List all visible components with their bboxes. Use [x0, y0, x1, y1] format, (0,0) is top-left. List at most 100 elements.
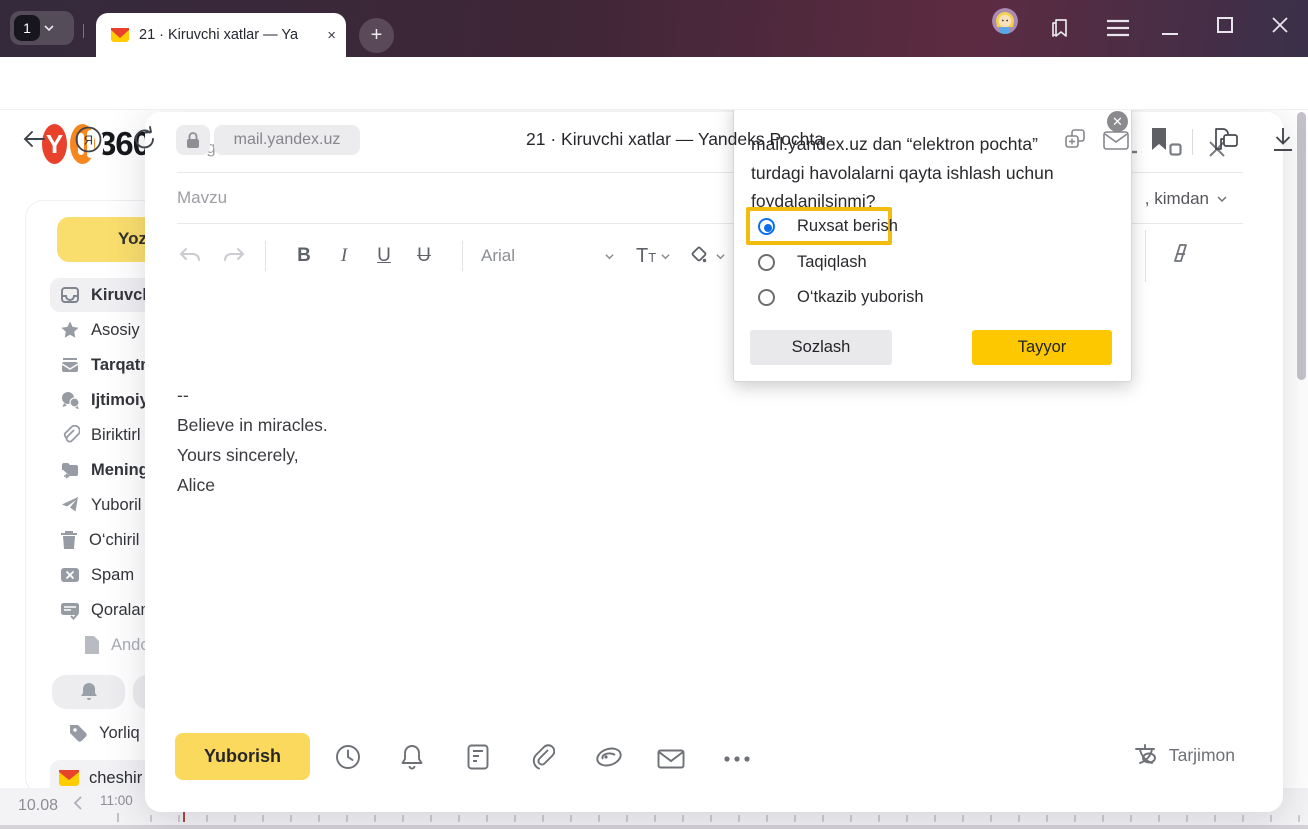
downloads-icon[interactable] — [1272, 127, 1294, 152]
radio-icon[interactable] — [758, 289, 775, 306]
radio-icon[interactable] — [758, 254, 775, 271]
minimize-icon[interactable] — [1160, 20, 1180, 36]
tabs-preview-icon[interactable] — [1063, 127, 1087, 151]
chevron-left-icon[interactable] — [72, 795, 84, 811]
formatting-toolbar: B I U U Arial TT T — [177, 238, 753, 274]
signature-separator: -- — [177, 380, 328, 410]
browser-toolbar: Я mail.yandex.uz 21 · Kiruvchi xatlar — … — [0, 57, 1308, 110]
tab-group-chip[interactable]: 1 — [10, 11, 74, 45]
profile-avatar[interactable] — [992, 8, 1018, 34]
trash-icon — [60, 530, 78, 550]
menu-icon[interactable] — [1105, 19, 1131, 37]
paper-plane-icon — [60, 495, 80, 515]
radio-selected-icon[interactable] — [758, 218, 775, 235]
notifications-pill[interactable] — [52, 675, 125, 709]
inbox-icon — [60, 285, 80, 305]
font-family-select[interactable]: Arial — [481, 246, 599, 266]
more-options-icon[interactable] — [723, 755, 751, 763]
yandex-browser-icon[interactable]: Я — [75, 126, 102, 153]
font-size-button[interactable]: TT — [636, 245, 656, 268]
bookmark-filled-icon[interactable] — [1150, 127, 1168, 151]
sidebar-item-labels[interactable]: Yorliq — [68, 723, 140, 743]
divider — [265, 241, 266, 271]
compose-restore-icon[interactable] — [1169, 143, 1182, 156]
schedule-send-icon[interactable] — [335, 744, 361, 770]
cc-from-link[interactable]: , kimdan — [1145, 189, 1227, 209]
back-icon[interactable] — [22, 129, 46, 149]
extensions-icon[interactable] — [1210, 127, 1240, 153]
reminder-bell-icon[interactable] — [401, 744, 423, 770]
subject-field[interactable]: Mavzu — [177, 188, 227, 208]
lock-icon — [186, 132, 200, 149]
bell-icon — [80, 682, 98, 702]
window-titlebar: 1 21 · Kiruvchi xatlar — Ya × + — [0, 0, 1308, 57]
chat-bubbles-icon — [60, 390, 80, 410]
divider — [462, 241, 463, 271]
chevron-down-icon[interactable] — [661, 252, 670, 261]
tab-title: 21 · Kiruvchi xatlar — Ya — [139, 27, 318, 43]
tab-close-icon[interactable]: × — [327, 27, 336, 44]
translator-button[interactable]: Tarjimon — [1133, 743, 1235, 767]
drafts-icon — [60, 600, 80, 620]
yandex-disk-icon[interactable] — [595, 744, 623, 770]
radio-option-block[interactable]: Taqiqlash — [758, 253, 867, 272]
divider — [1145, 230, 1146, 282]
refresh-icon[interactable] — [132, 126, 157, 152]
folder-arrow-icon — [60, 460, 80, 480]
star-icon — [60, 320, 80, 340]
chevron-down-icon[interactable] — [605, 252, 614, 261]
done-button[interactable]: Tayyor — [972, 330, 1112, 365]
send-button[interactable]: Yuborish — [175, 733, 310, 780]
attach-mail-icon[interactable] — [657, 749, 685, 769]
timeline-time: 11:00 — [100, 793, 133, 808]
redo-icon[interactable] — [221, 245, 247, 267]
url-text: mail.yandex.uz — [234, 131, 341, 149]
paperclip-icon — [60, 425, 80, 445]
underline-button[interactable]: U — [364, 245, 404, 267]
timeline-tick — [117, 813, 119, 822]
divider — [83, 24, 84, 38]
tab-group-count: 1 — [14, 15, 40, 41]
address-bar[interactable]: mail.yandex.uz — [214, 125, 360, 155]
translate-a-icon — [1133, 743, 1159, 767]
bottom-edge — [0, 825, 1308, 829]
timeline-current-marker — [183, 812, 185, 822]
mail-handler-icon[interactable] — [1103, 131, 1129, 150]
scrollbar-thumb[interactable] — [1297, 112, 1306, 380]
site-security-chip[interactable] — [176, 125, 210, 155]
strikethrough-button[interactable]: U — [404, 245, 444, 267]
eraser-icon[interactable] — [1167, 242, 1191, 266]
radio-option-allow[interactable]: Ruxsat berish — [758, 217, 898, 236]
timeline-ticks — [150, 815, 1308, 822]
divider — [1192, 129, 1193, 155]
italic-button[interactable]: I — [324, 245, 364, 267]
browser-tab[interactable]: 21 · Kiruvchi xatlar — Ya × — [96, 13, 346, 57]
attach-file-icon[interactable] — [531, 744, 555, 770]
settings-button[interactable]: Sozlash — [750, 330, 892, 365]
message-body[interactable]: -- Believe in miracles. Yours sincerely,… — [177, 380, 328, 500]
yandex-mail-favicon — [110, 25, 130, 45]
maximize-icon[interactable] — [1216, 16, 1234, 34]
signature-line: Believe in miracles. — [177, 410, 328, 440]
bold-button[interactable]: B — [284, 245, 324, 267]
close-window-icon[interactable] — [1271, 16, 1289, 34]
spam-icon — [60, 565, 80, 585]
mailings-icon — [60, 355, 80, 375]
tag-icon — [68, 723, 88, 743]
signature-line: Alice — [177, 470, 328, 500]
omnibox-page-title: 21 · Kiruvchi xatlar — Yandeks Pochta — [526, 129, 824, 150]
bookmarks-flag-icon[interactable] — [1048, 16, 1072, 40]
yandex-mail-icon — [58, 769, 80, 787]
document-icon — [84, 635, 100, 655]
signature-line: Yours sincerely, — [177, 440, 328, 470]
svg-text:Я: Я — [84, 133, 93, 148]
chevron-down-icon — [44, 23, 54, 33]
dialog-close-icon[interactable]: ✕ — [1107, 111, 1128, 132]
radio-option-skip[interactable]: O‘tkazib yuborish — [758, 288, 924, 307]
fill-color-icon[interactable] — [688, 245, 710, 267]
template-icon[interactable] — [467, 744, 489, 770]
chevron-down-icon[interactable] — [716, 252, 725, 261]
avatar-girl-icon — [992, 8, 1018, 34]
undo-icon[interactable] — [177, 245, 203, 267]
new-tab-button[interactable]: + — [359, 18, 394, 53]
